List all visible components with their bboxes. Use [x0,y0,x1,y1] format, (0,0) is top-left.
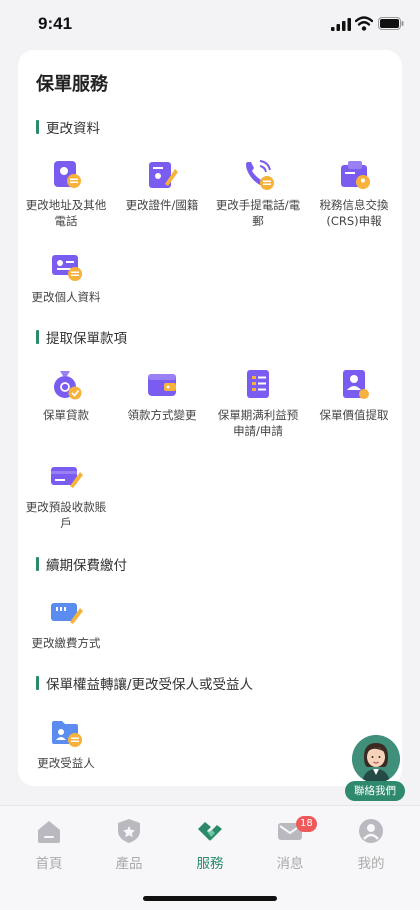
tab-label: 首頁 [35,856,63,872]
contact-us-button[interactable]: 聯絡我們 [343,735,407,803]
tab-label: 消息 [276,856,304,872]
tab-label: 產品 [115,856,143,872]
section-title: 保單權益轉讓/更改受保人或受益人 [46,677,254,693]
agent-avatar [352,735,400,783]
service-policy-value-withdrawal[interactable]: 保單價值提取 [306,366,402,423]
home-icon [38,821,60,843]
section-header-withdraw: 提取保單款項 [36,328,127,347]
policy-services-card: 保單服務 更改資料 更改地址及其他電話 更改證件/國籍 更改手提電話/電郵 稅務… [18,50,402,786]
signal-icon [331,18,351,31]
home-indicator [143,896,277,901]
battery-icon [378,17,404,30]
section-title: 提取保單款項 [46,331,127,347]
service-label: 更改個人資料 [31,290,101,304]
service-label: 保單貸款 [43,408,89,422]
tab-label: 服務 [196,856,224,872]
service-policy-loan[interactable]: 保單貸款 [18,366,114,423]
section-accent-bar [36,330,39,344]
section-title: 續期保費繳付 [46,558,127,574]
payment-card-icon [51,603,83,624]
service-label: 領款方式變更 [127,408,197,422]
section-header-policy-transfer: 保單權益轉讓/更改受保人或受益人 [36,674,254,693]
bank-card-edit-icon [51,467,83,488]
service-label: 更改繳費方式 [31,636,101,650]
contact-us-label: 聯絡我們 [345,781,405,801]
service-payout-method-change[interactable]: 領款方式變更 [114,366,210,423]
service-label: 更改受益人 [37,756,95,770]
status-bar: 9:41 [0,0,420,50]
agent-avatar-icon [352,735,400,783]
tab-label: 我的 [357,856,385,872]
section-accent-bar [36,557,39,571]
checklist-icon [247,370,269,398]
service-maturity-benefit-application[interactable]: 保單期满利益预申請/申請 [210,366,306,439]
service-label: 保單期满利益预申請/申請 [217,408,299,438]
service-label: 更改地址及其他電話 [25,198,107,228]
tab-home[interactable]: 首頁 [14,818,84,872]
person-document-icon [343,370,369,399]
wallet-icon [148,374,176,396]
section-header-change-info: 更改資料 [36,118,100,137]
tab-messages[interactable]: 18 消息 [255,816,325,872]
service-change-payment-method[interactable]: 更改繳費方式 [18,594,114,651]
section-header-premium-payment: 續期保費繳付 [36,555,127,574]
id-document-icon [149,162,178,188]
handshake-icon [198,822,222,841]
section-accent-bar [36,676,39,690]
section-title: 更改資料 [46,121,100,137]
address-book-icon [54,161,81,188]
service-label: 稅務信息交換(CRS)申報 [319,198,389,228]
user-icon [359,819,383,843]
service-change-id-nationality[interactable]: 更改證件/國籍 [114,156,210,213]
service-crs-declaration[interactable]: 稅務信息交換(CRS)申報 [306,156,402,229]
tax-folder-icon [341,161,370,189]
tab-services[interactable]: 服務 [175,818,245,872]
wifi-icon [355,16,373,31]
service-change-mobile-email[interactable]: 更改手提電話/電郵 [210,156,306,229]
service-change-address[interactable]: 更改地址及其他電話 [18,156,114,229]
profile-card-icon [52,255,82,281]
money-bag-icon [54,371,82,400]
service-change-beneficiary[interactable]: 更改受益人 [18,714,114,771]
service-label: 更改預設收款賬戶 [25,500,107,530]
shield-star-icon [118,819,140,843]
section-accent-bar [36,120,39,134]
beneficiary-folder-icon [52,721,82,747]
tab-products[interactable]: 產品 [94,818,164,872]
service-label: 更改證件/國籍 [125,198,199,212]
bottom-tab-bar: 首頁 產品 服務 18 消息 我的 [0,805,420,910]
service-label: 更改手提電話/電郵 [215,198,301,228]
service-change-personal-info[interactable]: 更改個人資料 [18,248,114,305]
status-time: 9:41 [38,14,73,33]
unread-count-badge: 18 [296,816,317,832]
service-label: 保單價值提取 [319,408,389,422]
page-title: 保單服務 [36,74,108,95]
service-change-default-account[interactable]: 更改預設收款賬戶 [18,458,114,531]
phone-icon [246,160,274,190]
tab-mine[interactable]: 我的 [336,818,406,872]
